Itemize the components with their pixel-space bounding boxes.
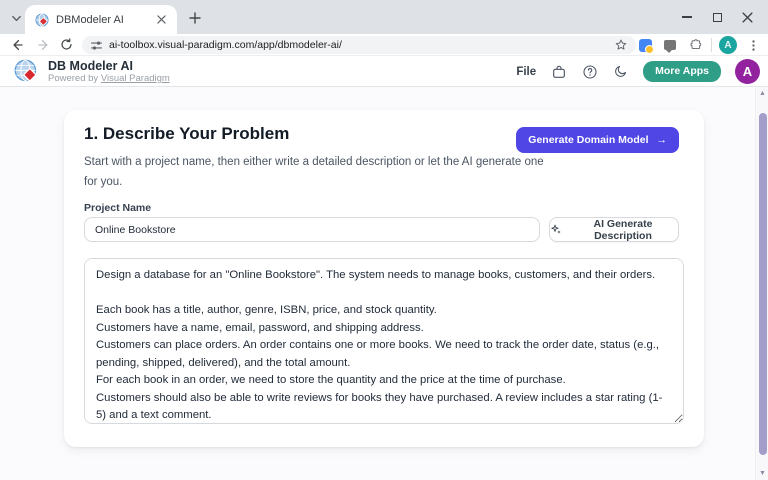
window-controls xyxy=(672,0,762,34)
ai-generate-label: AI Generate Description xyxy=(568,218,678,242)
refresh-button[interactable] xyxy=(54,35,78,55)
tab-title: DBModeler AI xyxy=(56,14,153,26)
workspace-bag-icon[interactable] xyxy=(550,63,567,80)
forward-button[interactable] xyxy=(30,35,54,55)
more-apps-button[interactable]: More Apps xyxy=(643,61,721,82)
new-tab-button[interactable] xyxy=(186,9,204,27)
generate-domain-model-button[interactable]: Generate Domain Model → xyxy=(516,127,679,153)
extensions-puzzle-icon[interactable] xyxy=(686,36,704,54)
toolbar-extensions: A xyxy=(636,34,762,56)
scrollbar-up-arrow[interactable]: ▲ xyxy=(756,87,768,100)
help-icon[interactable] xyxy=(581,63,598,80)
project-name-label: Project Name xyxy=(84,202,151,214)
docs-extension-icon[interactable] xyxy=(636,36,654,54)
browser-toolbar: ai-toolbox.visual-paradigm.com/app/dbmod… xyxy=(0,34,768,56)
comment-extension-icon[interactable] xyxy=(661,36,679,54)
ai-generate-description-button[interactable]: AI Generate Description xyxy=(549,217,679,242)
powered-by: Powered by Visual Paradigm xyxy=(48,73,170,84)
describe-problem-card: 1. Describe Your Problem Start with a pr… xyxy=(64,110,704,447)
app-header-actions: File More Apps A xyxy=(516,56,760,87)
browser-titlebar: DBModeler AI xyxy=(0,0,768,34)
file-menu[interactable]: File xyxy=(516,66,536,78)
tab-favicon xyxy=(35,13,49,27)
app-logo xyxy=(14,59,40,85)
url-text[interactable]: ai-toolbox.visual-paradigm.com/app/dbmod… xyxy=(109,39,614,51)
back-button[interactable] xyxy=(6,35,30,55)
powered-by-prefix: Powered by xyxy=(48,73,101,84)
tab-search-chevron-icon[interactable] xyxy=(6,8,26,28)
browser-profile-avatar[interactable]: A xyxy=(719,36,737,54)
user-avatar[interactable]: A xyxy=(735,59,760,84)
window-maximize-button[interactable] xyxy=(702,2,732,32)
window-minimize-button[interactable] xyxy=(672,2,702,32)
brand-block: DB Modeler AI Powered by Visual Paradigm xyxy=(48,59,170,84)
section-description: Start with a project name, then either w… xyxy=(84,152,546,192)
project-name-input[interactable] xyxy=(84,217,540,242)
address-bar[interactable]: ai-toolbox.visual-paradigm.com/app/dbmod… xyxy=(82,36,636,54)
site-settings-icon[interactable] xyxy=(90,39,103,52)
app-header: DB Modeler AI Powered by Visual Paradigm… xyxy=(0,56,768,87)
page-content: 1. Describe Your Problem Start with a pr… xyxy=(0,87,768,480)
browser-menu-kebab-icon[interactable] xyxy=(744,36,762,54)
dark-mode-moon-icon[interactable] xyxy=(612,63,629,80)
tab-close-icon[interactable] xyxy=(153,12,169,28)
scrollbar-down-arrow[interactable]: ▼ xyxy=(756,467,768,480)
sparkles-icon xyxy=(550,223,562,236)
visual-paradigm-link[interactable]: Visual Paradigm xyxy=(101,73,170,84)
browser-window: DBModeler AI xyxy=(0,0,768,480)
scrollbar-thumb[interactable] xyxy=(759,113,767,455)
generate-button-label: Generate Domain Model xyxy=(528,134,648,146)
window-close-button[interactable] xyxy=(732,2,762,32)
toolbar-divider xyxy=(711,38,712,52)
problem-description-textarea[interactable] xyxy=(84,258,684,424)
browser-tab[interactable]: DBModeler AI xyxy=(25,5,177,34)
arrow-right-icon: → xyxy=(657,134,668,146)
bookmark-star-icon[interactable] xyxy=(614,38,628,52)
app-title: DB Modeler AI xyxy=(48,59,170,73)
section-title: 1. Describe Your Problem xyxy=(84,124,289,144)
page-scrollbar[interactable]: ▲ ▼ xyxy=(755,87,768,480)
